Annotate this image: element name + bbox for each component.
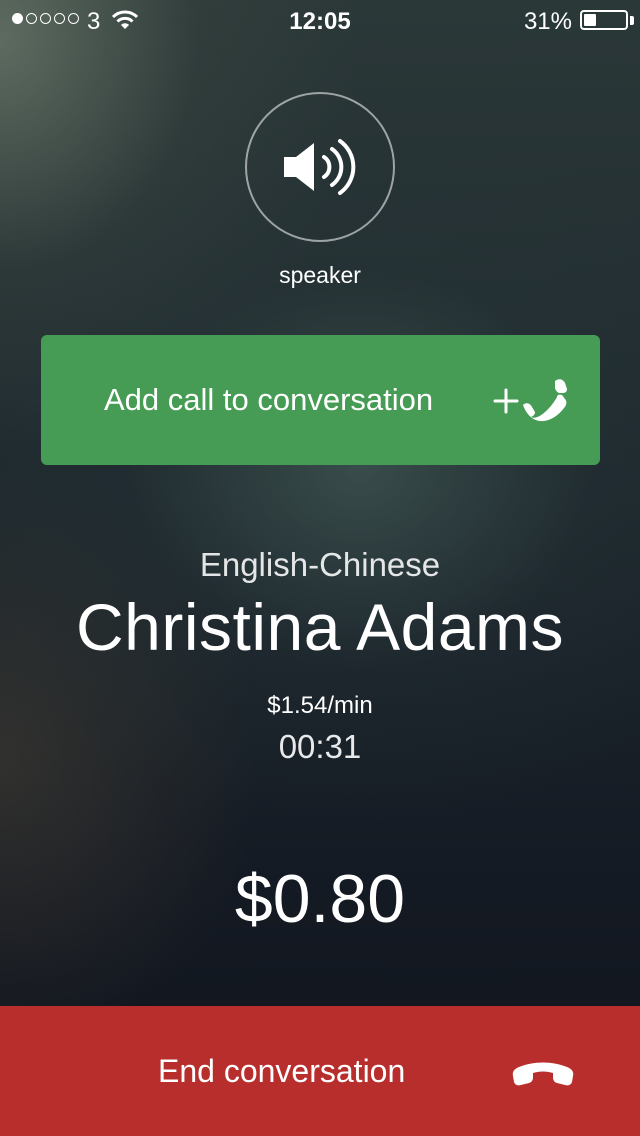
speaker-label: speaker (279, 262, 361, 288)
call-duration: 00:31 (278, 728, 362, 765)
add-phone-icon (493, 379, 567, 422)
battery-icon (580, 10, 628, 30)
speaker-icon (284, 139, 356, 195)
end-conversation-button[interactable]: End conversation (0, 1006, 640, 1136)
hang-up-icon (512, 1062, 574, 1086)
call-rate: $1.54/min (267, 692, 373, 719)
speaker-button[interactable] (245, 92, 395, 242)
status-bar: 3 12:05 31% (0, 0, 640, 40)
end-conversation-label: End conversation (158, 1053, 406, 1089)
add-call-label: Add call to conversation (104, 382, 434, 417)
interpreter-name: Christina Adams (75, 590, 565, 664)
battery-tip (630, 16, 634, 25)
language-pair: English-Chinese (199, 546, 441, 583)
battery-percentage: 31% (523, 8, 572, 35)
add-call-button[interactable]: Add call to conversation (41, 335, 600, 465)
call-cost: $0.80 (234, 861, 406, 937)
